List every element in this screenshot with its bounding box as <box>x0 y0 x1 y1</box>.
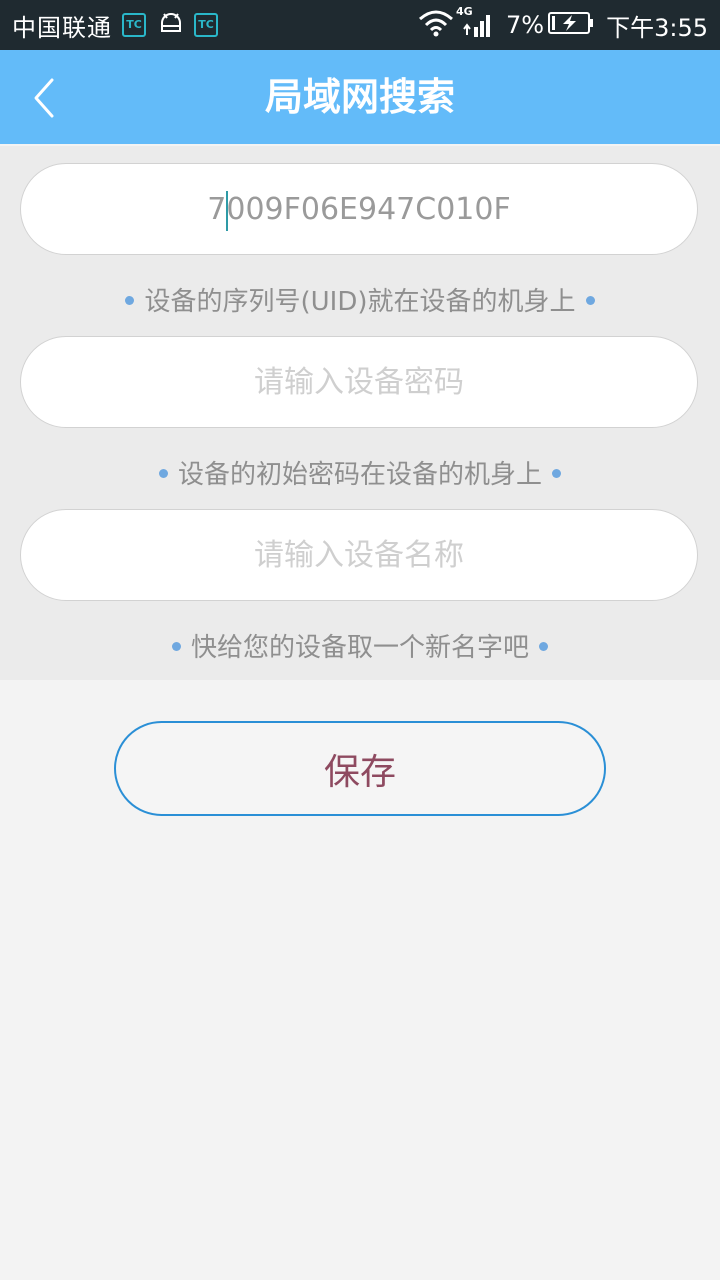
password-field[interactable] <box>20 336 698 428</box>
tc-app-icon: TC <box>122 13 146 37</box>
battery-percent: 7% <box>506 11 545 39</box>
chevron-left-icon <box>34 78 54 118</box>
app-bar: 局域网搜索 <box>0 50 720 144</box>
password-input[interactable] <box>21 337 697 427</box>
battery-charging-icon <box>548 11 594 39</box>
device-form: 设备的序列号(UID)就在设备的机身上 设备的初始密码在设备的机身上 快给您的设… <box>0 146 720 680</box>
text-cursor <box>226 191 228 231</box>
bullet-icon <box>158 469 168 478</box>
status-bar-left: 中国联通 TC TC <box>12 0 218 50</box>
network-type: 4G <box>456 5 473 18</box>
device-name-hint-text: 快给您的设备取一个新名字吧 <box>190 633 529 663</box>
bullet-icon <box>171 642 181 651</box>
bullet-icon <box>585 296 595 305</box>
uid-input[interactable] <box>21 164 697 254</box>
bullet-icon <box>552 469 561 478</box>
page-title: 局域网搜索 <box>264 75 455 119</box>
wifi-icon <box>418 9 454 41</box>
save-button[interactable]: 保存 <box>114 721 606 816</box>
uid-hint: 设备的序列号(UID)就在设备的机身上 <box>0 281 720 318</box>
signal-icon: 4G <box>456 5 496 41</box>
password-hint-text: 设备的初始密码在设备的机身上 <box>177 460 542 490</box>
uid-hint-text: 设备的序列号(UID)就在设备的机身上 <box>144 287 576 317</box>
bullet-icon <box>539 642 548 651</box>
password-hint: 设备的初始密码在设备的机身上 <box>0 454 720 491</box>
android-icon <box>158 11 184 39</box>
device-name-field[interactable] <box>20 509 698 601</box>
back-button[interactable] <box>22 72 72 122</box>
status-bar: 中国联通 TC TC 4G 7% 下午3:55 <box>0 0 720 50</box>
device-name-hint: 快给您的设备取一个新名字吧 <box>0 627 720 664</box>
bullet-icon <box>125 296 135 305</box>
uid-field[interactable] <box>20 163 698 255</box>
clock: 下午3:55 <box>606 13 708 42</box>
tc-app-icon: TC <box>194 13 218 37</box>
device-name-input[interactable] <box>21 510 697 600</box>
carrier-name: 中国联通 <box>12 13 112 42</box>
status-bar-right: 4G 7% 下午3:55 <box>418 0 708 50</box>
